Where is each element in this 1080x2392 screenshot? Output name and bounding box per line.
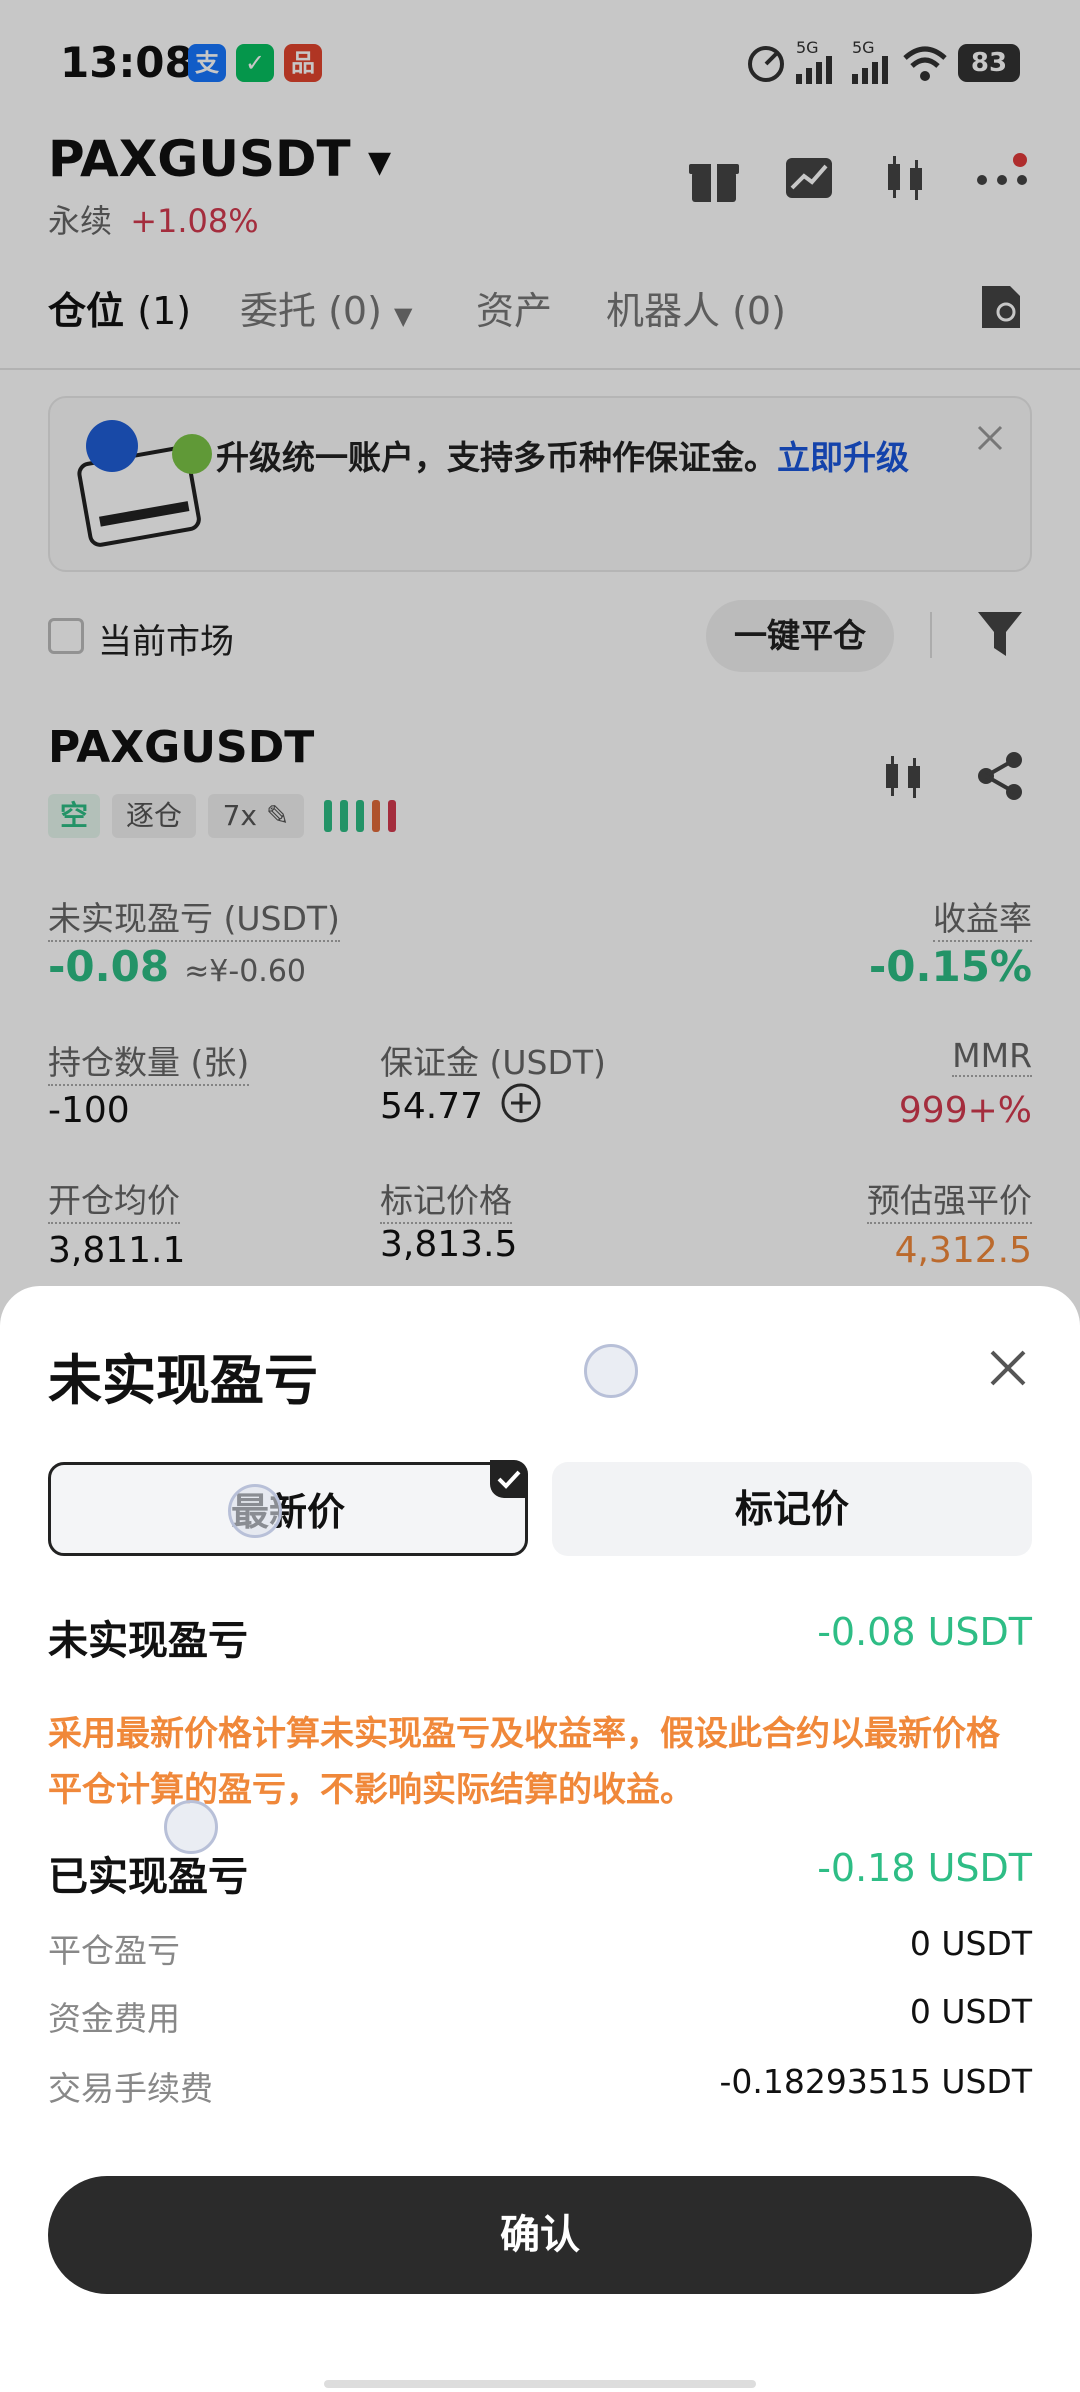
trading-fee-value: -0.18293515 USDT [719,2062,1032,2101]
realized-pnl-label: 已实现盈亏 [48,1854,248,1900]
close-icon[interactable] [986,1346,1030,1390]
confirm-button[interactable]: 确认 [48,2176,1032,2294]
latest-price-option[interactable]: 最新价 [48,1462,528,1556]
touch-indicator [164,1800,218,1854]
close-pnl-value: 0 USDT [909,1924,1032,1963]
home-indicator[interactable] [324,2380,756,2388]
touch-indicator [584,1344,638,1398]
sheet-title: 未实现盈亏 [48,1349,318,1412]
trading-fee-label: 交易手续费 [48,2069,213,2108]
selected-check-icon [490,1460,528,1498]
sheet-unrealized-value: -0.08 USDT [817,1610,1032,1654]
realized-pnl-value: -0.18 USDT [817,1846,1032,1890]
funding-fee-label: 资金费用 [48,1999,180,2038]
sheet-unrealized-label: 未实现盈亏 [48,1618,248,1664]
mark-price-option[interactable]: 标记价 [552,1462,1032,1556]
close-pnl-label: 平仓盈亏 [48,1931,180,1970]
touch-indicator [228,1484,282,1538]
funding-fee-value: 0 USDT [909,1992,1032,2031]
